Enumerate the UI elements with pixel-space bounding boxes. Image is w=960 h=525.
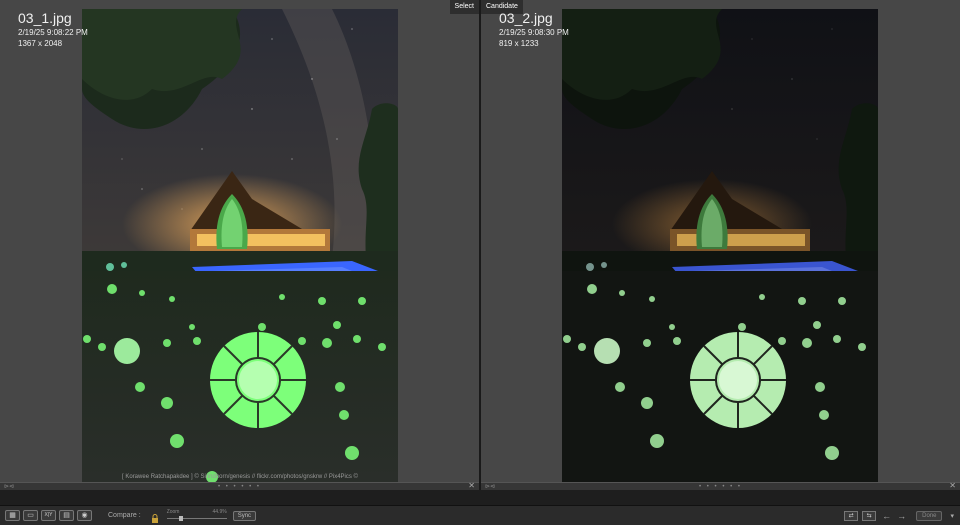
temple-night-photo-bright	[82, 9, 398, 483]
next-arrow-icon[interactable]: →	[897, 511, 906, 521]
select-pane-footer: ⊳⊲ • • • • • • ✕	[0, 482, 479, 490]
candidate-datetime: 2/19/25 9:08:30 PM	[499, 28, 569, 37]
compare-xy-icon: X|Y	[44, 512, 53, 518]
loupe-icon: ▭	[27, 512, 34, 519]
toolbar-right-group: ⇄ ⇆ ← → Done ▾	[840, 510, 954, 521]
zoom-value: 44.9%	[212, 508, 227, 515]
swap-icon: ⇄	[848, 513, 854, 519]
select-tag: Select	[449, 0, 479, 14]
select-info: 03_1.jpg 2/19/25 9:08:22 PM 1367 x 2048	[18, 10, 88, 49]
select-photo[interactable]: [ Korawee Ratchapakdee ] © Sirindhorn/ge…	[82, 9, 398, 483]
make-select-button[interactable]: ⇆	[862, 510, 877, 521]
select-filename: 03_1.jpg	[18, 10, 72, 26]
zoom-slider[interactable]: Zoom 44.9%	[166, 508, 227, 523]
previous-arrow-icon[interactable]: ←	[882, 511, 891, 521]
zoom-knob[interactable]	[178, 515, 183, 521]
compare-toolbar: ▦ ▭ X|Y ▤ ◉ Compare : Zoom 44.9% Sync ⇄ …	[0, 505, 960, 525]
temple-night-photo-dark	[562, 9, 878, 483]
survey-view-button[interactable]: ▤	[59, 510, 74, 521]
zoom-track[interactable]	[166, 517, 227, 519]
pane-marker-icon: ⊳⊲	[485, 484, 496, 490]
make-select-icon: ⇆	[866, 513, 872, 519]
photo-credit-watermark: [ Korawee Ratchapakdee ] © Sirindhorn/ge…	[122, 474, 358, 480]
compare-view-button[interactable]: X|Y	[41, 510, 56, 521]
people-view-button[interactable]: ◉	[77, 510, 92, 521]
loupe-view-button[interactable]: ▭	[23, 510, 38, 521]
candidate-dimensions: 819 x 1233	[499, 39, 539, 48]
zoom-label: Zoom	[166, 508, 180, 515]
grid-icon: ▦	[9, 512, 16, 519]
compare-label: Compare :	[108, 512, 141, 519]
done-button[interactable]: Done	[916, 510, 943, 521]
candidate-photo[interactable]	[562, 9, 878, 483]
candidate-info: 03_2.jpg 2/19/25 9:08:30 PM 819 x 1233	[499, 10, 569, 49]
close-candidate-button[interactable]: ✕	[949, 482, 956, 490]
swap-button[interactable]: ⇄	[844, 510, 859, 521]
close-select-button[interactable]: ✕	[468, 482, 475, 490]
sync-button[interactable]: Sync	[232, 510, 257, 521]
candidate-filename: 03_2.jpg	[499, 10, 553, 26]
survey-icon: ▤	[63, 512, 70, 519]
pane-marker-icon: ⊳⊲	[4, 484, 15, 490]
toolbar-menu-caret-icon[interactable]: ▾	[950, 512, 954, 520]
candidate-pane[interactable]: Candidate 03_2.jpg 2/19/25 9:08:30 PM 81…	[481, 0, 960, 490]
people-icon: ◉	[81, 512, 88, 519]
select-dimensions: 1367 x 2048	[18, 39, 63, 48]
pane-grip-handle[interactable]: • • • • • •	[218, 484, 261, 490]
select-pane[interactable]: Select 03_1.jpg 2/19/25 9:08:22 PM 1367 …	[0, 0, 479, 490]
lock-icon[interactable]	[151, 511, 159, 523]
candidate-pane-footer: ⊳⊲ • • • • • • ✕	[481, 482, 960, 490]
grid-view-button[interactable]: ▦	[5, 510, 20, 521]
pane-grip-handle[interactable]: • • • • • •	[699, 484, 742, 490]
select-datetime: 2/19/25 9:08:22 PM	[18, 28, 88, 37]
